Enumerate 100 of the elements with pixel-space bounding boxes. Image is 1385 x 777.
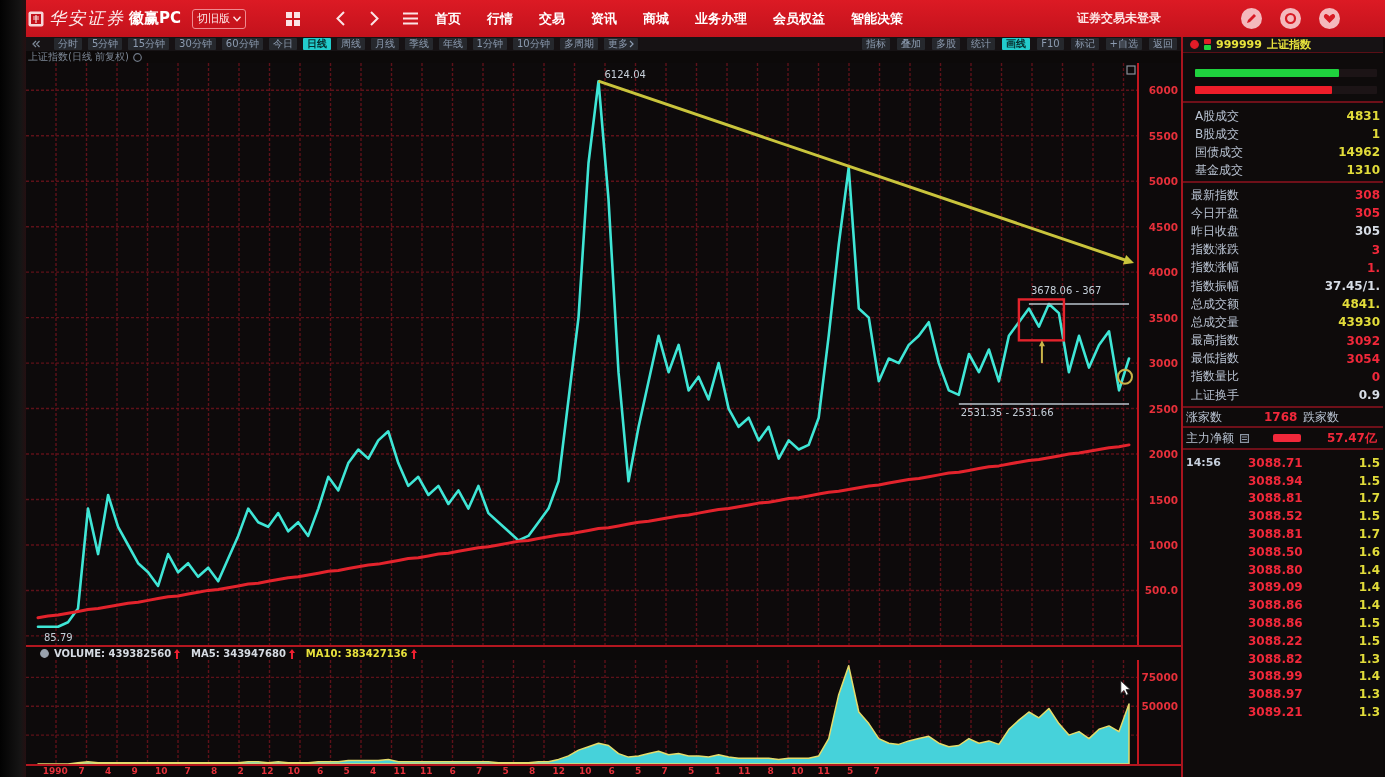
tick-price: 3088.52 <box>1248 509 1303 524</box>
login-status[interactable]: 证券交易未登录 <box>1077 10 1161 27</box>
nav-link[interactable]: 智能决策 <box>851 9 903 28</box>
stat-value: 4841. <box>1342 297 1380 312</box>
axis-label: 12 <box>260 766 275 777</box>
nav-link[interactable]: 商城 <box>643 9 669 28</box>
axis-label: 7 <box>77 766 86 777</box>
tick-price: 3088.99 <box>1248 669 1303 684</box>
axis-label: 8 <box>528 766 537 777</box>
tick-price: 3088.82 <box>1248 651 1303 666</box>
tick-price: 3089.21 <box>1248 705 1303 720</box>
tick-volume: 1.4 <box>1358 669 1380 684</box>
period-tab[interactable]: 日线 <box>302 38 331 50</box>
period-tab[interactable]: 15分钟 <box>128 38 170 50</box>
menu-icon[interactable] <box>403 12 418 25</box>
chart-tool-tab[interactable]: 统计 <box>967 38 996 50</box>
ring-icon[interactable] <box>1280 8 1301 29</box>
stat-value: 1 <box>1371 127 1380 141</box>
axis-label: 10 <box>578 766 593 777</box>
chart-tool-tab[interactable]: +自选 <box>1105 38 1142 50</box>
axis-label: 4 <box>369 766 378 777</box>
stat-label: 指数涨跌 <box>1191 241 1239 259</box>
brand-logo: 华安证券 <box>49 7 125 30</box>
stat-value: 0.9 <box>1358 388 1380 403</box>
axis-label: 8 <box>766 766 775 777</box>
period-tab[interactable]: 5分钟 <box>88 38 123 50</box>
period-tab[interactable]: 年线 <box>438 38 467 50</box>
stat-value: 305 <box>1354 224 1380 239</box>
axis-label: 1000 <box>1148 538 1178 551</box>
picture-highlight-box <box>1017 298 1066 342</box>
axis-label: 1 <box>713 766 722 777</box>
axis-label: 50000 <box>1141 700 1178 713</box>
stat-label: 指数量比 <box>1191 368 1239 386</box>
chart-tool-tab[interactable]: 指标 <box>862 38 891 50</box>
version-switch-button[interactable]: 切旧版 <box>192 8 246 29</box>
stat-value: 1. <box>1367 260 1380 275</box>
axis-label: 1500 <box>1148 493 1178 506</box>
double-chevron-left-icon[interactable] <box>32 40 40 48</box>
nav-link[interactable]: 行情 <box>487 9 513 28</box>
grid-icon[interactable] <box>286 11 300 26</box>
tick-volume: 1.7 <box>1358 491 1380 506</box>
nav-link[interactable]: 会员权益 <box>773 9 825 28</box>
chart-tool-tab[interactable]: 标记 <box>1070 38 1099 50</box>
period-tab[interactable]: 多周期 <box>559 38 598 50</box>
stat-label: A股成交 <box>1195 107 1240 125</box>
stat-value: 43930 <box>1338 315 1380 330</box>
chevron-down-icon <box>233 15 241 22</box>
stat-label: 总成交量 <box>1191 313 1239 331</box>
square-icon <box>1240 433 1249 443</box>
nav-link[interactable]: 业务办理 <box>695 9 747 28</box>
axis-label: 75000 <box>1141 671 1178 684</box>
stat-label: 总成交额 <box>1191 295 1239 313</box>
stat-label: 跌家数 <box>1303 408 1340 426</box>
axis-label: 5 <box>342 766 351 777</box>
axis-label: 5500 <box>1148 129 1178 142</box>
period-tab[interactable]: 周线 <box>336 38 365 50</box>
dot-icon <box>40 649 49 658</box>
tick-volume: 1.3 <box>1358 687 1380 702</box>
axis-label: 2000 <box>1148 448 1178 461</box>
chart-tool-tab[interactable]: F10 <box>1037 38 1064 50</box>
stat-value: 57.47亿 <box>1327 429 1377 447</box>
stat-label: 涨家数 <box>1186 408 1222 426</box>
axis-label: 5000 <box>1148 175 1178 188</box>
nav-link[interactable]: 交易 <box>539 9 565 28</box>
axis-label: 11 <box>816 766 831 777</box>
pen-icon[interactable] <box>1241 8 1262 29</box>
chart-tool-tab[interactable]: 多股 <box>932 38 961 50</box>
period-tab[interactable]: 今日 <box>268 38 297 50</box>
period-tab[interactable]: 10分钟 <box>512 38 554 50</box>
axis-label: 1990 <box>42 766 69 777</box>
chevron-right-icon[interactable] <box>370 11 379 26</box>
chart-tool-tab[interactable]: 叠加 <box>897 38 926 50</box>
nav-link[interactable]: 资讯 <box>591 9 617 28</box>
picture-arrow-line <box>1038 340 1045 365</box>
price-label: 6124.04 <box>604 69 646 81</box>
square-icon[interactable] <box>1126 65 1136 75</box>
stat-value: 37.45/1. <box>1324 279 1380 294</box>
period-tab[interactable]: 30分钟 <box>175 38 216 50</box>
stat-value: 305 <box>1354 206 1380 221</box>
period-tab[interactable]: 季线 <box>404 38 433 50</box>
tick-volume: 1.4 <box>1358 562 1380 577</box>
axis-label: 4 <box>104 766 113 777</box>
chart-tool-tab[interactable]: 画线 <box>1002 38 1031 50</box>
nav-link[interactable]: 首页 <box>435 9 461 28</box>
period-tab[interactable]: 更多 <box>603 38 638 50</box>
chevron-left-icon[interactable] <box>336 11 345 26</box>
period-tab[interactable]: 月线 <box>370 38 399 50</box>
axis-label: 6 <box>448 766 457 777</box>
axis-label: 6 <box>316 766 325 777</box>
period-tab[interactable]: 60分钟 <box>221 38 263 50</box>
axis-label: 2 <box>236 766 245 777</box>
axis-label: 5 <box>687 766 696 777</box>
tick-volume: 1.5 <box>1358 473 1380 488</box>
tick-price: 3088.86 <box>1248 598 1303 613</box>
period-tab[interactable]: 1分钟 <box>472 38 507 50</box>
picture-circle-mark <box>1117 368 1133 385</box>
period-tab[interactable]: 分时 <box>54 38 82 50</box>
security-name: 上证指数 <box>1266 37 1311 52</box>
price-label: 85.79 <box>44 631 73 643</box>
chart-tool-tab[interactable]: 返回 <box>1149 38 1177 50</box>
